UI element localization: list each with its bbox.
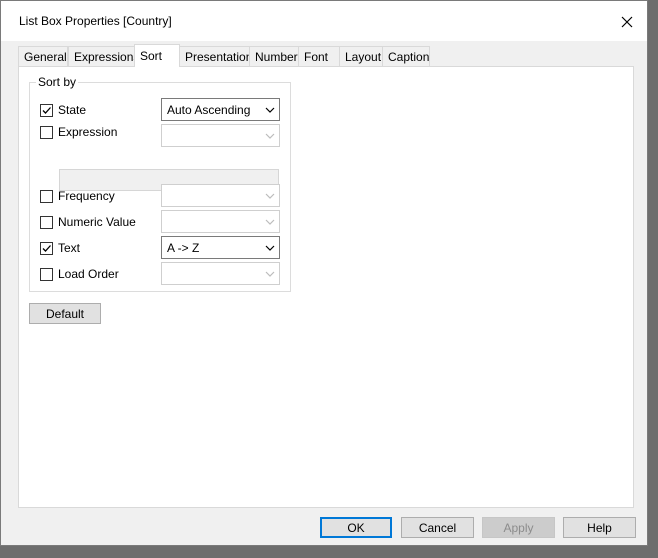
sort-row-load-order: Load Order bbox=[40, 266, 119, 282]
frequency-label: Frequency bbox=[58, 189, 115, 203]
load-order-checkbox[interactable] bbox=[40, 267, 53, 281]
expression-label: Expression bbox=[58, 125, 118, 139]
help-button[interactable]: Help bbox=[563, 517, 636, 538]
tab-presentation[interactable]: Presentation bbox=[179, 46, 252, 66]
text-sort-combo[interactable]: A -> Z bbox=[161, 236, 280, 259]
tab-number[interactable]: Number bbox=[249, 46, 299, 66]
frequency-sort-combo[interactable] bbox=[161, 184, 280, 207]
load-order-sort-combo[interactable] bbox=[161, 262, 280, 285]
numeric-value-checkbox[interactable] bbox=[40, 215, 53, 229]
tab-sort[interactable]: Sort bbox=[134, 44, 180, 67]
chevron-down-icon bbox=[265, 193, 275, 199]
expression-checkbox[interactable] bbox=[40, 125, 53, 139]
sort-by-group: Sort by State Auto Ascending Expression bbox=[29, 75, 291, 292]
state-label: State bbox=[58, 103, 87, 117]
sort-tab-panel: Sort by State Auto Ascending Expression bbox=[18, 66, 634, 508]
chevron-down-icon bbox=[265, 133, 275, 139]
sort-row-numeric-value: Numeric Value bbox=[40, 214, 136, 230]
numeric-value-label: Numeric Value bbox=[58, 215, 136, 229]
chevron-down-icon bbox=[265, 245, 275, 251]
tab-caption[interactable]: Caption bbox=[382, 46, 430, 66]
chevron-down-icon bbox=[265, 219, 275, 225]
load-order-label: Load Order bbox=[58, 267, 119, 281]
chevron-down-icon bbox=[265, 271, 275, 277]
state-sort-combo[interactable]: Auto Ascending bbox=[161, 98, 280, 121]
sort-row-text: Text bbox=[40, 240, 80, 256]
ok-button[interactable]: OK bbox=[320, 517, 392, 538]
sort-by-group-title: Sort by bbox=[36, 75, 79, 89]
tab-font[interactable]: Font bbox=[298, 46, 340, 66]
numeric-value-sort-combo[interactable] bbox=[161, 210, 280, 233]
tab-layout[interactable]: Layout bbox=[339, 46, 383, 66]
text-checkbox[interactable] bbox=[40, 241, 53, 255]
state-sort-value: Auto Ascending bbox=[167, 103, 251, 117]
close-icon bbox=[621, 16, 633, 28]
checkmark-icon bbox=[42, 244, 51, 252]
sort-row-frequency: Frequency bbox=[40, 188, 115, 204]
tab-general[interactable]: General bbox=[18, 46, 68, 66]
text-sort-value: A -> Z bbox=[167, 241, 200, 255]
default-button[interactable]: Default bbox=[29, 303, 101, 324]
sort-row-expression: Expression bbox=[40, 124, 117, 140]
dialog-window: List Box Properties [Country] General Ex… bbox=[0, 0, 648, 546]
expression-sort-combo[interactable] bbox=[161, 124, 280, 147]
title-bar: List Box Properties [Country] bbox=[1, 1, 647, 41]
checkmark-icon bbox=[42, 106, 51, 114]
window-title: List Box Properties [Country] bbox=[19, 14, 172, 28]
chevron-down-icon bbox=[265, 107, 275, 113]
close-button[interactable] bbox=[613, 11, 641, 33]
apply-button[interactable]: Apply bbox=[482, 517, 555, 538]
tab-expressions[interactable]: Expressions bbox=[68, 46, 139, 66]
frequency-checkbox[interactable] bbox=[40, 189, 53, 203]
sort-row-state: State bbox=[40, 102, 86, 118]
state-checkbox[interactable] bbox=[40, 103, 53, 117]
text-label: Text bbox=[58, 241, 81, 255]
cancel-button[interactable]: Cancel bbox=[401, 517, 474, 538]
